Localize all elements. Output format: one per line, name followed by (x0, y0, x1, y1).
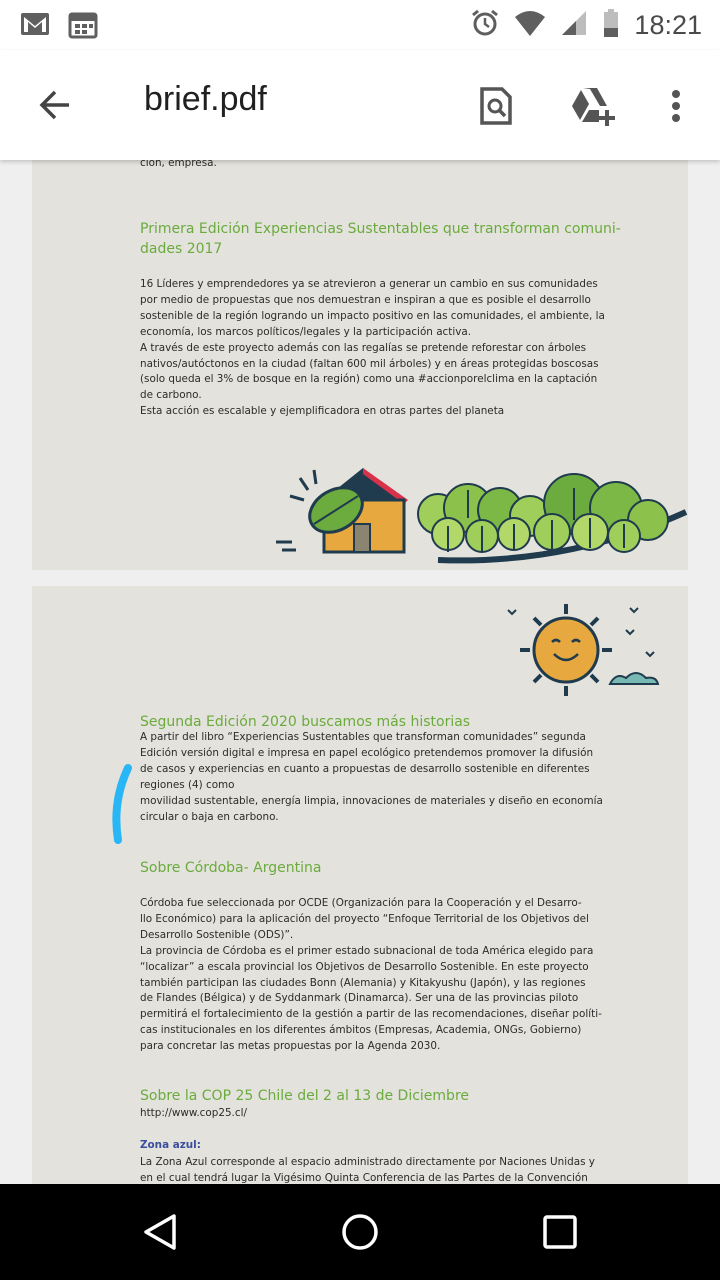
document-title: brief.pdf (144, 80, 267, 118)
battery-icon (602, 8, 620, 43)
section-body: A partir del libro “Experiencias Sustent… (140, 731, 603, 823)
add-to-drive-icon (572, 88, 615, 126)
more-options-icon (672, 90, 680, 122)
signal-icon (560, 9, 588, 42)
trees-icon (417, 473, 669, 553)
home-circle-icon (342, 1214, 378, 1250)
alarm-icon (470, 8, 500, 43)
pdf-viewer[interactable]: ción, empresa. Primera Edición Experienc… (0, 160, 720, 1184)
app-bar: brief.pdf (0, 50, 720, 160)
pen-annotation-stroke (112, 764, 132, 844)
arrow-back-icon (39, 90, 69, 120)
search-document-button[interactable] (470, 80, 522, 132)
recents-square-icon (543, 1215, 577, 1249)
pdf-page: Segunda Edición 2020 buscamos más histor… (32, 586, 688, 1184)
calendar-icon (68, 11, 98, 44)
back-button[interactable] (30, 82, 80, 128)
gmail-icon (20, 11, 50, 44)
zona-azul-label: Zona azul: (140, 1139, 201, 1151)
nav-recents-button[interactable] (530, 1204, 590, 1260)
house-and-trees-illustration (276, 468, 688, 564)
back-triangle-icon (144, 1214, 176, 1250)
nav-home-button[interactable] (330, 1204, 390, 1260)
more-options-button[interactable] (650, 80, 702, 132)
status-bar: 18:21 (0, 0, 720, 50)
section-heading: Sobre la COP 25 Chile del 2 al 13 de Dic… (140, 1088, 469, 1104)
section-heading: Sobre Córdoba- Argentina (140, 860, 322, 876)
section-body: Córdoba fue seleccionada por OCDE (Organ… (140, 897, 602, 1053)
section-heading: Primera Edición Experiencias Sustentable… (140, 221, 621, 257)
clock: 18:21 (634, 10, 702, 40)
pdf-page: ción, empresa. Primera Edición Experienc… (32, 160, 688, 570)
navigation-bar (0, 1184, 720, 1280)
section-heading: Segunda Edición 2020 buscamos más histor… (140, 714, 471, 730)
page-text-fragment: ción, empresa. (140, 160, 217, 169)
section-body: La Zona Azul corresponde al espacio admi… (140, 1156, 595, 1184)
sun-illustration (507, 604, 660, 696)
section-body: 16 Líderes y emprendedores ya se atrevie… (140, 278, 605, 418)
nav-back-button[interactable] (130, 1204, 190, 1260)
link-text[interactable]: http://www.cop25.cl/ (140, 1106, 582, 1122)
add-to-drive-button[interactable] (566, 80, 618, 132)
wifi-icon (514, 9, 546, 42)
search-document-icon (480, 87, 512, 125)
